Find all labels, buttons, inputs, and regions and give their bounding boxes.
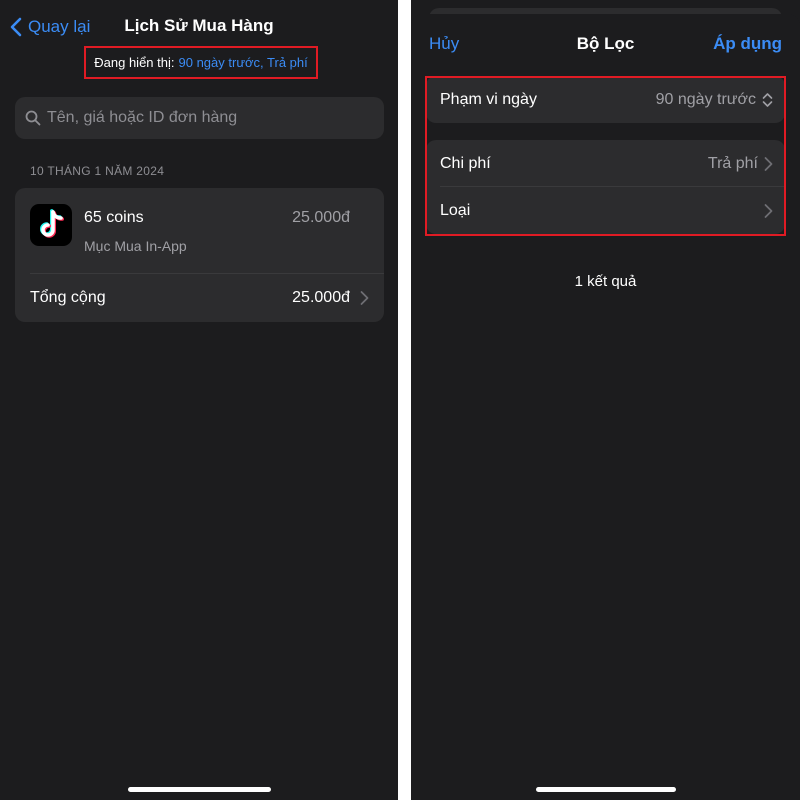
results-count: 1 kết quả: [574, 273, 637, 290]
active-filter-summary[interactable]: Đang hiển thị: 90 ngày trước, Trả phí: [84, 46, 318, 79]
date-range-row[interactable]: Phạm vi ngày 90 ngày trước: [426, 76, 785, 123]
date-range-group: Phạm vi ngày 90 ngày trước: [426, 76, 785, 123]
item-price: 25.000đ: [292, 209, 350, 226]
page-title: Lịch Sử Mua Hàng: [124, 16, 274, 35]
purchase-card[interactable]: 65 coins 25.000đ Mục Mua In-App Tổng cộn…: [15, 188, 384, 322]
total-label: Tổng cộng: [30, 289, 106, 306]
comparison-stage: Quay lại Lịch Sử Mua Hàng Đang hiển thị:…: [0, 0, 800, 800]
home-indicator: [536, 787, 676, 792]
item-type: Mục Mua In-App: [84, 238, 187, 254]
chevron-right-icon: [764, 156, 773, 171]
date-range-label: Phạm vi ngày: [440, 90, 537, 108]
item-name: 65 coins: [84, 209, 144, 226]
filter-summary-label: Đang hiển thị:: [94, 55, 175, 70]
updown-chevron-icon: [762, 92, 773, 107]
search-icon: [25, 110, 41, 126]
card-divider: [30, 273, 384, 274]
date-range-value: 90 ngày trước: [655, 90, 756, 108]
cost-value: Trả phí: [707, 154, 758, 172]
apply-button[interactable]: Áp dụng: [713, 34, 782, 54]
home-indicator: [128, 787, 271, 792]
filter-screen: Hủy Bộ Lọc Áp dụng Phạm vi ngày 90 ngày …: [411, 0, 800, 800]
type-label: Loại: [440, 201, 471, 219]
cost-type-group: Chi phí Trả phí Loại: [426, 140, 785, 234]
filter-summary-value[interactable]: 90 ngày trước, Trả phí: [179, 55, 308, 70]
filter-sheet: Hủy Bộ Lọc Áp dụng: [411, 14, 800, 800]
chevron-right-icon[interactable]: [360, 290, 369, 306]
cost-row[interactable]: Chi phí Trả phí: [426, 140, 785, 187]
search-bar[interactable]: [15, 97, 384, 139]
section-date-header: 10 THÁNG 1 NĂM 2024: [30, 164, 165, 178]
search-input[interactable]: [47, 109, 384, 127]
purchase-history-screen: Quay lại Lịch Sử Mua Hàng Đang hiển thị:…: [0, 0, 398, 800]
cost-label: Chi phí: [440, 154, 491, 172]
total-value: 25.000đ: [292, 289, 350, 306]
type-row[interactable]: Loại: [426, 187, 785, 234]
chevron-right-icon: [764, 203, 773, 218]
tiktok-logo-icon: [30, 204, 72, 246]
